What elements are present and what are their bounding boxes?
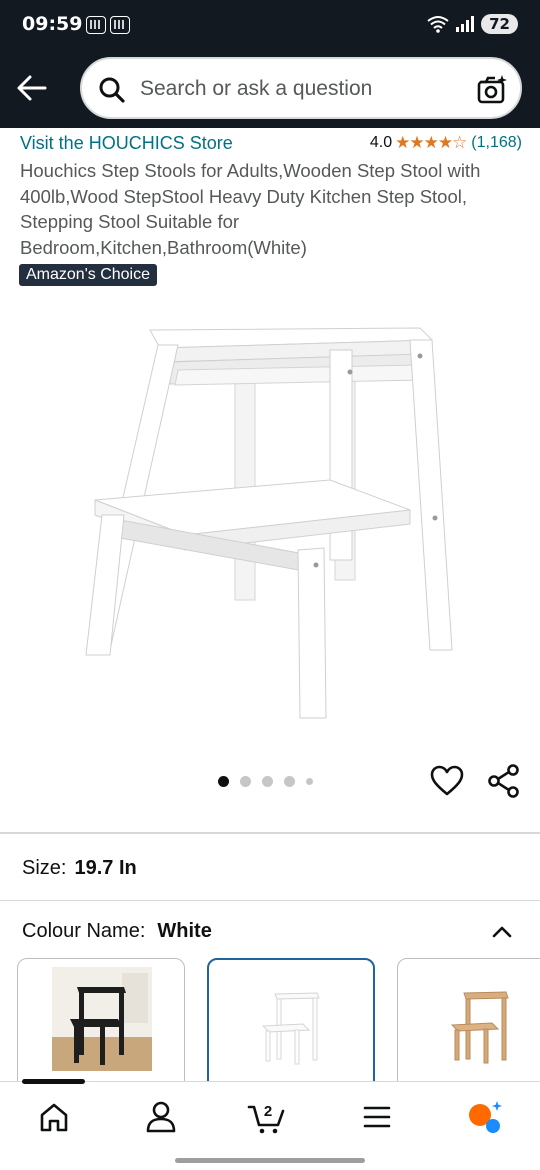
colour-swatch-natural-wood[interactable] [397, 958, 540, 1098]
carousel-dot[interactable] [262, 776, 273, 787]
size-label: Size: [22, 857, 67, 879]
wifi-icon [427, 16, 449, 33]
carousel-dot[interactable] [240, 776, 251, 787]
rating-stars: ★★★★☆ [395, 133, 467, 152]
bottom-navigation: 2 [0, 1079, 540, 1170]
chevron-up-icon[interactable] [490, 920, 514, 944]
product-image[interactable] [80, 310, 460, 730]
status-time: 09:59 [22, 13, 83, 35]
signal-icon [456, 16, 475, 32]
rating-summary[interactable]: 4.0 ★★★★☆ (1,168) [370, 133, 522, 153]
cart-count: 2 [264, 1103, 272, 1120]
wood-stool-thumbnail [450, 991, 509, 1064]
search-icon [99, 77, 125, 103]
rating-count[interactable]: (1,168) [471, 134, 522, 152]
account-icon[interactable] [141, 1099, 181, 1135]
image-carousel-dots[interactable] [218, 776, 313, 787]
store-rating-row: Visit the HOUCHICS Store 4.0 ★★★★☆ (1,16… [20, 133, 522, 157]
heart-icon[interactable] [430, 764, 464, 798]
rufus-ai-icon[interactable] [466, 1099, 506, 1135]
size-selector[interactable]: Size: 19.7 In [22, 857, 137, 880]
colour-label: Colour Name: [22, 920, 146, 942]
amazons-choice-badge: Amazon's Choice [19, 264, 157, 286]
carousel-dot[interactable] [306, 778, 313, 785]
store-link[interactable]: Visit the HOUCHICS Store [20, 133, 233, 154]
size-value: 19.7 In [74, 857, 137, 879]
colour-value: White [157, 920, 212, 942]
battery-indicator: 72 [481, 14, 518, 34]
search-input[interactable] [140, 75, 450, 103]
search-bar[interactable] [80, 57, 522, 119]
cart-icon[interactable]: 2 [247, 1099, 287, 1135]
menu-icon[interactable] [357, 1099, 397, 1135]
rating-value: 4.0 [369, 134, 393, 151]
notification-icon [110, 16, 130, 34]
back-arrow-icon[interactable] [14, 72, 50, 104]
section-divider [0, 832, 540, 834]
section-divider [0, 900, 540, 901]
share-icon[interactable] [487, 764, 521, 798]
status-bar: 09:59 72 [0, 0, 540, 50]
colour-selector-header[interactable]: Colour Name: White [22, 920, 522, 943]
nav-active-indicator [22, 1079, 85, 1084]
camera-search-icon[interactable] [476, 73, 508, 105]
white-stool-thumbnail [261, 992, 320, 1065]
status-indicators: 72 [427, 14, 518, 34]
carousel-dot[interactable] [218, 776, 229, 787]
black-stool-thumbnail [52, 967, 152, 1071]
product-title: Houchics Step Stools for Adults,Wooden S… [20, 160, 481, 258]
carousel-dot[interactable] [284, 776, 295, 787]
app-header [0, 50, 540, 128]
home-icon[interactable] [34, 1099, 74, 1135]
notification-icon [86, 16, 106, 34]
gesture-home-bar[interactable] [175, 1158, 365, 1163]
colour-swatch-black[interactable] [17, 958, 185, 1098]
colour-swatch-white[interactable] [207, 958, 375, 1098]
